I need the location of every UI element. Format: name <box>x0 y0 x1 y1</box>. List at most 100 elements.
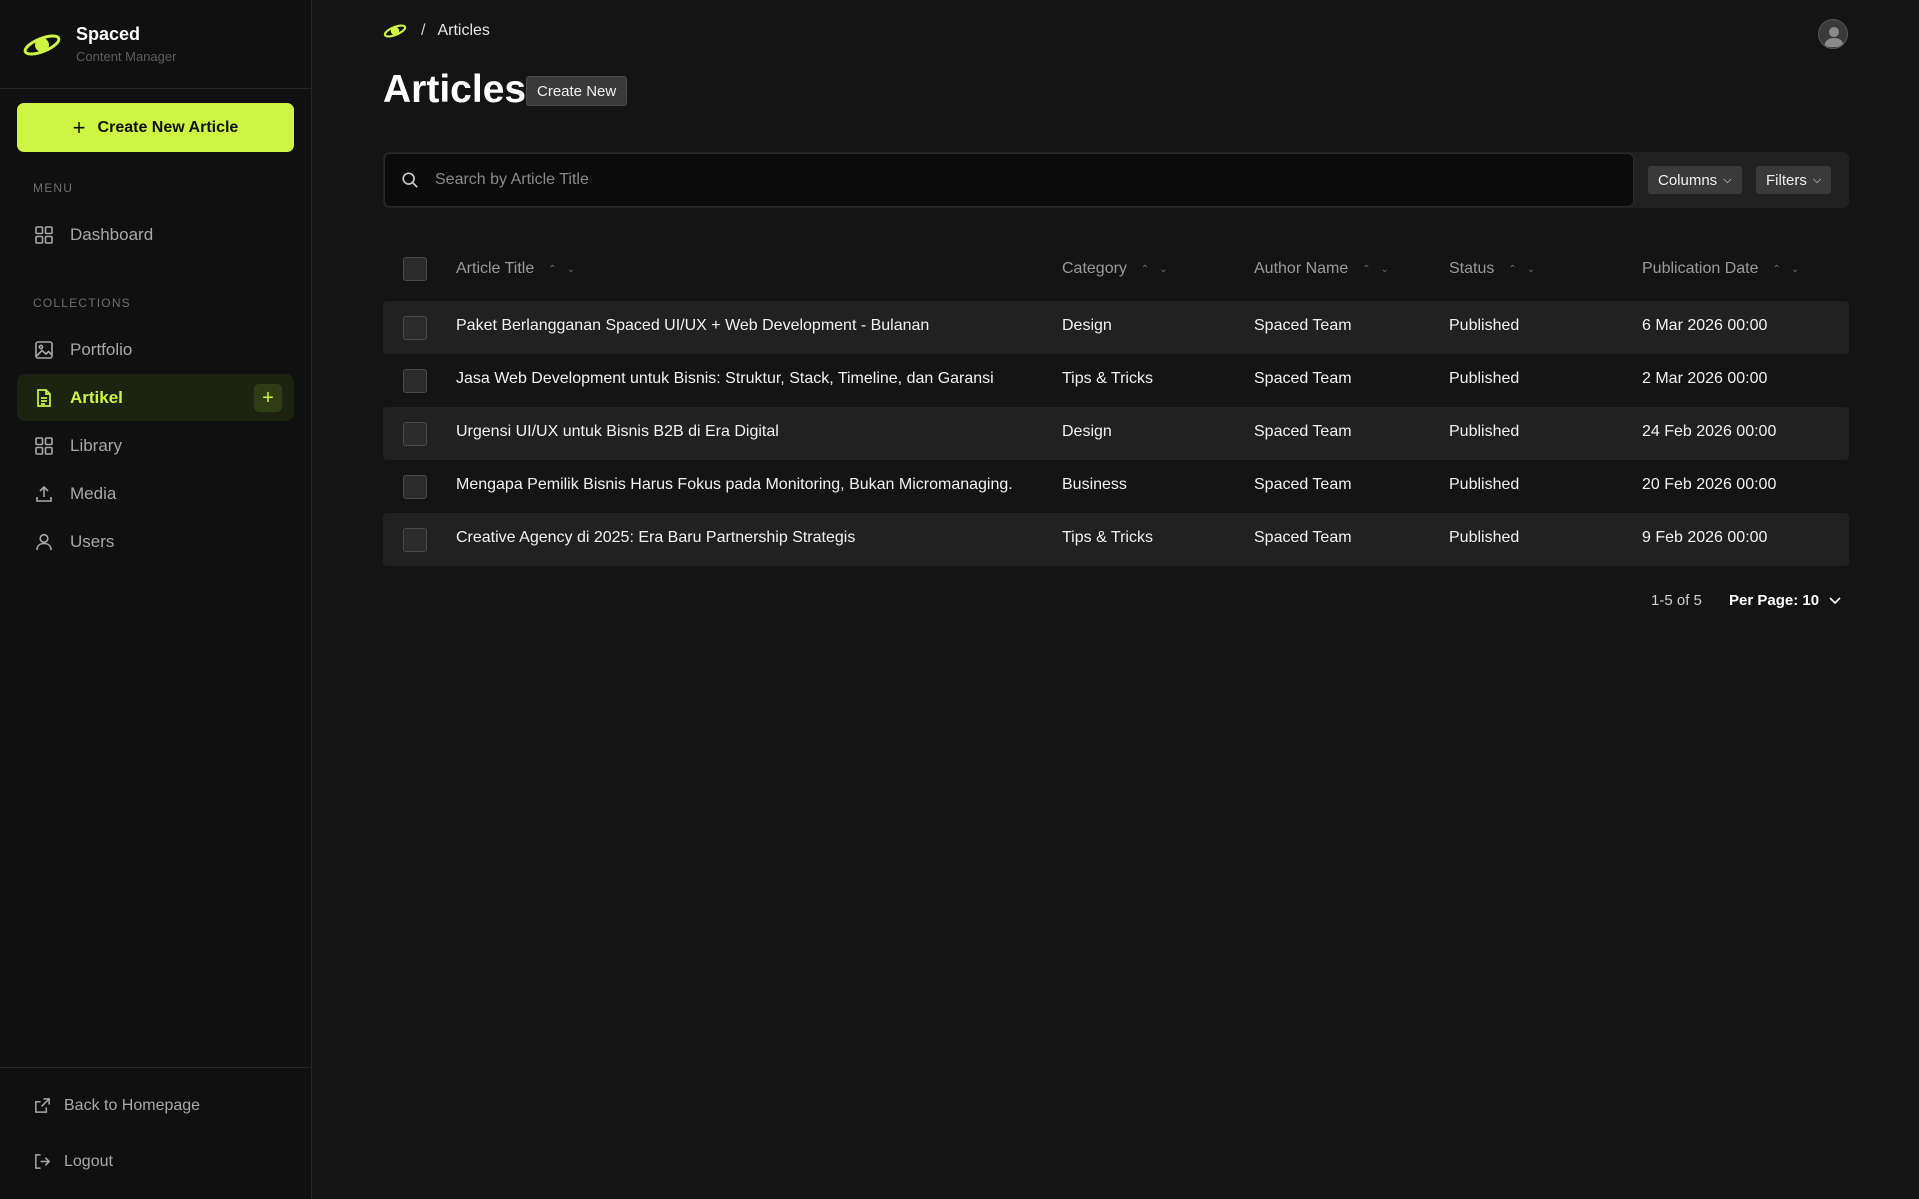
article-title-cell[interactable]: Creative Agency di 2025: Era Baru Partne… <box>456 529 855 547</box>
avatar[interactable] <box>1818 19 1848 49</box>
chevron-down-icon: ⌵ <box>1723 173 1732 186</box>
column-label: Status <box>1449 260 1495 277</box>
sort-icon[interactable]: ⌃⌄ <box>1141 264 1178 275</box>
sidebar-item-portfolio[interactable]: Portfolio <box>17 326 294 373</box>
sidebar-item-media[interactable]: Media <box>17 470 294 517</box>
category-cell: Tips & Tricks <box>1062 529 1153 546</box>
article-title-cell[interactable]: Jasa Web Development untuk Bisnis: Struk… <box>456 370 994 388</box>
status-cell: Published <box>1449 529 1520 546</box>
filters-button[interactable]: Filters ⌵ <box>1756 166 1832 194</box>
plus-icon: + <box>72 114 86 140</box>
sidebar-item-dashboard[interactable]: Dashboard <box>17 211 294 258</box>
sort-icon[interactable]: ⌃⌄ <box>1508 264 1545 275</box>
sidebar-item-artikel[interactable]: Artikel + <box>17 374 294 421</box>
document-icon <box>37 388 51 407</box>
add-article-icon[interactable]: + <box>254 384 282 412</box>
search-input[interactable] <box>435 171 1535 189</box>
table-row[interactable]: Jasa Web Development untuk Bisnis: Struk… <box>383 354 1849 407</box>
filters-label: Filters <box>1766 171 1807 189</box>
article-title-cell[interactable]: Mengapa Pemilik Bisnis Harus Fokus pada … <box>456 476 1013 494</box>
row-checkbox[interactable] <box>403 422 427 446</box>
logout-link[interactable]: Logout <box>33 1152 113 1171</box>
user-avatar-icon <box>1824 27 1844 47</box>
column-label: Category <box>1062 260 1127 277</box>
upload-icon <box>36 485 52 502</box>
columns-label: Columns <box>1658 171 1718 189</box>
page-title: Articles <box>383 68 527 111</box>
sort-icon[interactable]: ⌃⌄ <box>548 264 585 275</box>
column-label: Author Name <box>1254 260 1349 277</box>
author-cell: Spaced Team <box>1254 423 1352 440</box>
grid-icon <box>35 436 53 455</box>
sidebar: Spaced Content Manager + Create New Arti… <box>0 0 312 1199</box>
table-row[interactable]: Mengapa Pemilik Bisnis Harus Fokus pada … <box>383 460 1849 513</box>
chevron-down-icon: ⌵ <box>1812 173 1822 186</box>
column-header-publication-date[interactable]: Publication Date ⌃⌄ <box>1642 260 1809 278</box>
table-row[interactable]: Paket Berlangganan Spaced UI/UX + Web De… <box>383 301 1849 354</box>
column-header-author[interactable]: Author Name ⌃⌄ <box>1254 260 1399 278</box>
logout-label: Logout <box>64 1152 113 1170</box>
article-title-cell[interactable]: Paket Berlangganan Spaced UI/UX + Web De… <box>456 317 929 335</box>
row-checkbox[interactable] <box>403 528 427 552</box>
author-cell: Spaced Team <box>1254 317 1352 334</box>
collections-section-label: COLLECTIONS <box>33 296 131 310</box>
column-header-status[interactable]: Status ⌃⌄ <box>1449 260 1545 278</box>
sort-icon[interactable]: ⌃⌄ <box>1773 264 1810 275</box>
breadcrumb: / Articles <box>383 22 490 40</box>
columns-button[interactable]: Columns ⌵ <box>1648 166 1742 194</box>
search-icon <box>402 172 418 188</box>
category-cell: Business <box>1062 476 1127 493</box>
row-checkbox[interactable] <box>403 475 427 499</box>
sort-icon[interactable]: ⌃⌄ <box>1362 264 1399 275</box>
menu-section-label: MENU <box>33 181 74 195</box>
grid-icon <box>35 225 53 244</box>
column-label: Publication Date <box>1642 260 1759 277</box>
planet-home-icon[interactable] <box>383 22 407 40</box>
sidebar-item-users[interactable]: Users <box>17 518 294 565</box>
brand[interactable]: Spaced Content Manager <box>0 0 311 89</box>
planet-logo-icon <box>23 34 61 56</box>
row-checkbox[interactable] <box>403 369 427 393</box>
column-header-title[interactable]: Article Title ⌃⌄ <box>456 260 585 278</box>
column-label: Article Title <box>456 260 535 277</box>
brand-name: Spaced <box>76 24 141 44</box>
external-link-icon <box>35 1098 50 1113</box>
search-field[interactable] <box>384 153 1634 207</box>
sidebar-item-label: Library <box>70 435 122 455</box>
per-page-label: Per Page: 10 <box>1729 592 1820 609</box>
row-checkbox[interactable] <box>403 316 427 340</box>
category-cell: Design <box>1062 317 1112 334</box>
logout-icon <box>35 1154 51 1169</box>
sidebar-item-label: Artikel <box>70 387 123 407</box>
back-to-homepage-label: Back to Homepage <box>64 1096 201 1114</box>
breadcrumb-current: Articles <box>437 22 490 39</box>
date-cell: 24 Feb 2026 00:00 <box>1642 423 1777 440</box>
article-title-cell[interactable]: Urgensi UI/UX untuk Bisnis B2B di Era Di… <box>456 423 779 441</box>
image-icon <box>35 340 53 359</box>
date-cell: 2 Mar 2026 00:00 <box>1642 370 1768 387</box>
select-all-checkbox[interactable] <box>403 257 427 281</box>
table-row[interactable]: Creative Agency di 2025: Era Baru Partne… <box>383 513 1849 566</box>
sidebar-item-label: Users <box>70 531 115 551</box>
sidebar-item-library[interactable]: Library <box>17 422 294 469</box>
author-cell: Spaced Team <box>1254 370 1352 387</box>
status-cell: Published <box>1449 370 1520 387</box>
chevron-down-icon <box>1829 596 1841 604</box>
author-cell: Spaced Team <box>1254 476 1352 493</box>
per-page-select[interactable]: Per Page: 10 <box>1729 592 1841 609</box>
table-header: Article Title ⌃⌄ Category ⌃⌄ Author Name… <box>383 250 1849 290</box>
create-new-article-label: Create New Article <box>97 118 239 136</box>
category-cell: Design <box>1062 423 1112 440</box>
author-cell: Spaced Team <box>1254 529 1352 546</box>
table-row[interactable]: Urgensi UI/UX untuk Bisnis B2B di Era Di… <box>383 407 1849 460</box>
status-cell: Published <box>1449 423 1520 440</box>
date-cell: 6 Mar 2026 00:00 <box>1642 317 1768 334</box>
create-new-article-button[interactable]: + Create New Article <box>17 103 294 152</box>
sidebar-footer: Back to Homepage Logout <box>0 1067 311 1199</box>
user-icon <box>36 533 52 550</box>
create-new-button[interactable]: Create New <box>526 76 628 106</box>
back-to-homepage-link[interactable]: Back to Homepage <box>33 1096 200 1115</box>
column-header-category[interactable]: Category ⌃⌄ <box>1062 260 1178 278</box>
date-cell: 20 Feb 2026 00:00 <box>1642 476 1777 493</box>
status-cell: Published <box>1449 317 1520 334</box>
